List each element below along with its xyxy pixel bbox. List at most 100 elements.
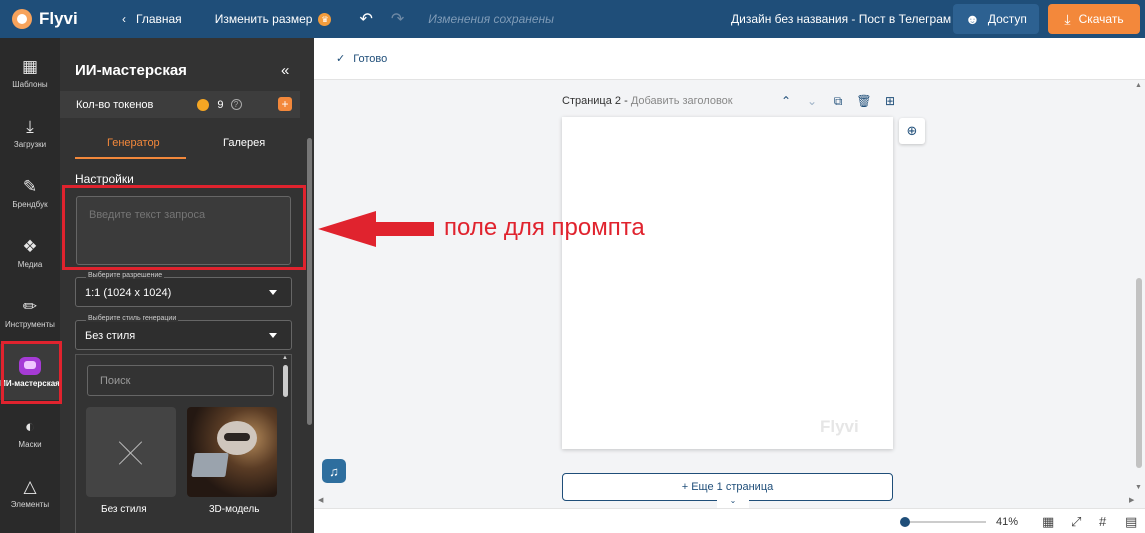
comment-plus-icon: ⊕ — [906, 123, 918, 138]
add-page-icon[interactable]: ⊞ — [877, 94, 903, 109]
rail-item-brandbook[interactable]: ✎ Брендбук — [0, 165, 60, 221]
tokens-label: Кол-во токенов — [76, 98, 154, 111]
style-value: Без стиля — [85, 330, 136, 342]
comment-button[interactable]: ⊕ — [899, 118, 925, 144]
scroll-left-icon[interactable]: ◀ — [318, 496, 323, 504]
rail-item-templates[interactable]: ▦ Шаблоны — [0, 45, 60, 101]
undo-icon[interactable]: ↶ — [359, 9, 372, 29]
mask-icon: ◐ — [24, 416, 36, 436]
resize-label: Изменить размер — [214, 12, 313, 26]
ready-bar: ✓ Готово — [314, 38, 1145, 80]
caret-down-icon — [269, 333, 277, 338]
page-label: Страница 2 - — [562, 95, 628, 107]
add-tokens-button[interactable]: + — [278, 97, 292, 111]
style-option-none[interactable] — [86, 407, 176, 497]
chevron-left-icon: ‹ — [122, 12, 126, 26]
logo-icon — [12, 9, 32, 29]
redo-icon[interactable]: ↷ — [391, 9, 404, 29]
upload-icon: ⤓ — [26, 116, 34, 136]
document-title[interactable]: Дизайн без названия - Пост в Телеграм ..… — [731, 12, 964, 26]
rail-label: Элементы — [10, 499, 50, 509]
rail-label: Медиа — [17, 259, 43, 269]
rail-label: Маски — [18, 439, 42, 449]
panel-scrollbar[interactable] — [307, 138, 312, 425]
token-coin-icon — [197, 98, 210, 111]
scroll-up-icon[interactable]: ▲ — [282, 355, 288, 361]
style-option-3d[interactable] — [187, 407, 277, 497]
duplicate-icon[interactable]: ⧉ — [825, 94, 851, 109]
save-status: Изменения сохранены — [428, 12, 554, 26]
move-down-icon[interactable]: ⌄ — [799, 94, 825, 109]
tokens-row: Кол-во токенов 9 ? + — [60, 91, 300, 118]
access-button[interactable]: ☻ Доступ — [953, 4, 1039, 34]
resolution-legend: Выберите разрешение — [86, 272, 165, 279]
logo[interactable]: Flyvi — [12, 9, 92, 29]
laptop-image — [191, 453, 229, 477]
style-list-scrollbar[interactable] — [283, 365, 288, 397]
page-header: Страница 2 - Добавить заголовок — [562, 95, 733, 107]
watermark: Flyvi — [820, 417, 859, 436]
home-link[interactable]: ‹ Главная — [122, 12, 182, 26]
zoom-value[interactable]: 41% — [996, 516, 1018, 528]
trash-icon[interactable]: 🗑 — [851, 94, 877, 109]
rail-item-media[interactable]: ❖ Медиа — [0, 225, 60, 281]
annotation-text: поле для промпта — [444, 214, 645, 241]
style-select[interactable]: Выберите стиль генерации Без стиля — [75, 315, 292, 350]
collapse-icon[interactable]: « — [281, 62, 289, 79]
move-up-icon[interactable]: ⌃ — [773, 94, 799, 109]
ready-label[interactable]: Готово — [353, 53, 387, 65]
style-search-input[interactable]: Поиск — [87, 365, 274, 396]
search-placeholder: Поиск — [100, 374, 131, 387]
users-icon: ☻ — [965, 11, 980, 27]
rail-label: Брендбук — [12, 199, 48, 209]
bottom-bar: 41% ▦ ⤢ # ▤ — [314, 508, 1145, 533]
zoom-slider-handle[interactable] — [900, 517, 910, 527]
prompt-highlight-box — [62, 185, 306, 270]
music-icon: ♫ — [329, 463, 339, 479]
resize-button[interactable]: Изменить размер ♛ — [215, 12, 332, 26]
grid-lines-icon[interactable]: # — [1099, 514, 1106, 529]
tokens-count: 9 — [217, 98, 224, 111]
tab-gallery[interactable]: Галерея — [223, 137, 265, 149]
canvas-area: ✓ Готово Страница 2 - Добавить заголовок… — [314, 38, 1145, 533]
design-page[interactable]: Flyvi — [562, 117, 893, 449]
scroll-down-icon[interactable]: ▼ — [1135, 484, 1142, 491]
scroll-right-icon[interactable]: ▶ — [1129, 496, 1134, 504]
pencil-icon: ✏ — [22, 296, 38, 316]
tab-generator[interactable]: Генератор — [107, 137, 160, 149]
download-label: Скачать — [1078, 12, 1124, 26]
rail-label: Загрузки — [13, 139, 47, 149]
zoom-slider-track[interactable] — [901, 521, 986, 523]
rail-item-tools[interactable]: ✏ Инструменты — [0, 285, 60, 341]
download-button[interactable]: ⤓ Скачать — [1048, 4, 1140, 34]
templates-icon: ▦ — [21, 56, 39, 76]
access-label: Доступ — [987, 12, 1027, 26]
music-button[interactable]: ♫ — [322, 459, 346, 483]
fit-icon[interactable]: ▤ — [1125, 514, 1137, 530]
rail-item-uploads[interactable]: ⤓ Загрузки — [0, 105, 60, 161]
vertical-scrollbar[interactable] — [1136, 278, 1142, 468]
resolution-value: 1:1 (1024 x 1024) — [85, 287, 172, 299]
ai-workshop-highlight-box — [1, 341, 62, 404]
home-label: Главная — [136, 12, 182, 26]
rail-label: Шаблоны — [12, 79, 48, 89]
elements-icon: △ — [23, 476, 37, 496]
scroll-up-icon[interactable]: ▲ — [1135, 82, 1142, 89]
download-icon: ⤓ — [1064, 10, 1071, 27]
expand-pages-button[interactable]: ⌄ — [717, 496, 749, 508]
style-option-label: 3D-модель — [209, 504, 260, 515]
logo-text: Flyvi — [39, 9, 78, 28]
annotation-arrow — [318, 211, 434, 247]
style-dropdown-list: ▲ Поиск Без стиля 3D-модель — [75, 354, 292, 533]
left-rail: ▦ Шаблоны ⤓ Загрузки ✎ Брендбук ❖ Медиа … — [0, 38, 60, 533]
rail-item-elements[interactable]: △ Элементы — [0, 465, 60, 521]
panel-title: ИИ-мастерская — [75, 62, 187, 79]
brandbook-icon: ✎ — [22, 176, 38, 196]
help-icon[interactable]: ? — [230, 99, 242, 110]
rail-label: Инструменты — [5, 319, 55, 329]
resolution-select[interactable]: Выберите разрешение 1:1 (1024 x 1024) — [75, 272, 292, 307]
fullscreen-icon[interactable]: ⤢ — [1071, 514, 1081, 530]
page-title-input[interactable]: Добавить заголовок — [631, 95, 733, 107]
grid-view-icon[interactable]: ▦ — [1042, 514, 1054, 530]
rail-item-masks[interactable]: ◐ Маски — [0, 405, 60, 461]
